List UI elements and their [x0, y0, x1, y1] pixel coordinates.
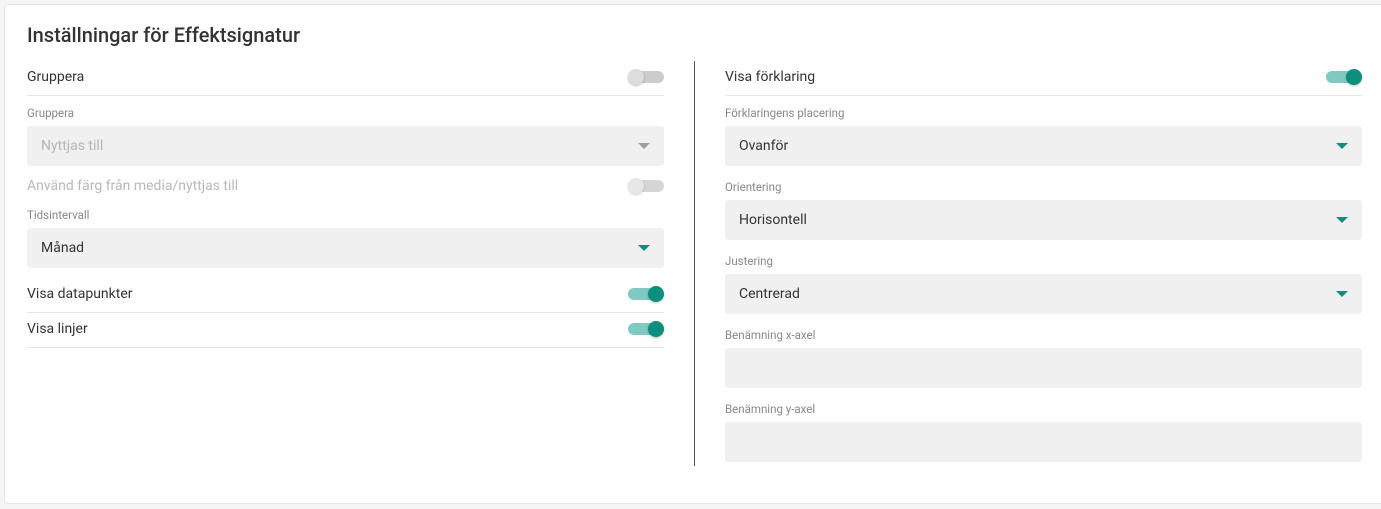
align-select[interactable]: Centrerad — [725, 274, 1362, 314]
chevron-down-icon — [1336, 291, 1348, 297]
toggle-thumb — [628, 178, 644, 194]
align-field: Justering Centrerad — [725, 244, 1362, 318]
placement-select[interactable]: Ovanför — [725, 126, 1362, 166]
toggle-thumb — [1346, 69, 1362, 85]
interval-field-label: Tidsintervall — [27, 208, 664, 222]
chevron-down-icon — [638, 143, 650, 149]
datapoints-label: Visa datapunkter — [27, 286, 133, 302]
use-color-toggle — [628, 178, 664, 194]
use-color-label: Använd färg från media/nyttjas till — [27, 178, 238, 194]
toggle-thumb — [648, 321, 664, 337]
interval-select[interactable]: Månad — [27, 228, 664, 268]
chevron-down-icon — [638, 245, 650, 251]
placement-field: Förklaringens placering Ovanför — [725, 96, 1362, 170]
legend-toggle[interactable] — [1326, 69, 1362, 85]
group-select[interactable]: Nyttjas till — [27, 126, 664, 166]
left-column: Gruppera Gruppera Nyttjas till Använd fä… — [27, 61, 694, 466]
legend-label: Visa förklaring — [725, 69, 815, 85]
orientation-select[interactable]: Horisontell — [725, 200, 1362, 240]
align-select-value: Centrerad — [739, 286, 1336, 302]
xlabel-field: Benämning x-axel — [725, 318, 1362, 392]
orientation-select-value: Horisontell — [739, 212, 1336, 228]
xlabel-input[interactable] — [725, 348, 1362, 388]
interval-field: Tidsintervall Månad — [27, 198, 664, 272]
chevron-down-icon — [1336, 143, 1348, 149]
group-select-value: Nyttjas till — [41, 138, 638, 154]
group-toggle[interactable] — [628, 69, 664, 85]
lines-label: Visa linjer — [27, 321, 88, 337]
orientation-field: Orientering Horisontell — [725, 170, 1362, 244]
chevron-down-icon — [1336, 217, 1348, 223]
ylabel-field-label: Benämning y-axel — [725, 402, 1362, 416]
ylabel-input[interactable] — [725, 422, 1362, 462]
placement-field-label: Förklaringens placering — [725, 106, 1362, 120]
toggle-thumb — [628, 69, 644, 85]
page-title: Inställningar för Effektsignatur — [27, 23, 1362, 47]
row-use-color: Använd färg från media/nyttjas till — [27, 170, 664, 198]
toggle-thumb — [648, 286, 664, 302]
settings-card: Inställningar för Effektsignatur Grupper… — [4, 4, 1381, 504]
group-label: Gruppera — [27, 69, 84, 85]
xlabel-field-label: Benämning x-axel — [725, 328, 1362, 342]
row-lines: Visa linjer — [27, 313, 664, 348]
orientation-field-label: Orientering — [725, 180, 1362, 194]
ylabel-field: Benämning y-axel — [725, 392, 1362, 466]
interval-select-value: Månad — [41, 240, 638, 256]
placement-select-value: Ovanför — [739, 138, 1336, 154]
right-column: Visa förklaring Förklaringens placering … — [694, 61, 1362, 466]
lines-toggle[interactable] — [628, 321, 664, 337]
columns: Gruppera Gruppera Nyttjas till Använd fä… — [27, 61, 1362, 466]
group-field: Gruppera Nyttjas till — [27, 96, 664, 170]
row-legend: Visa förklaring — [725, 61, 1362, 96]
row-datapoints: Visa datapunkter — [27, 278, 664, 313]
datapoints-toggle[interactable] — [628, 286, 664, 302]
row-group: Gruppera — [27, 61, 664, 96]
align-field-label: Justering — [725, 254, 1362, 268]
group-field-label: Gruppera — [27, 106, 664, 120]
